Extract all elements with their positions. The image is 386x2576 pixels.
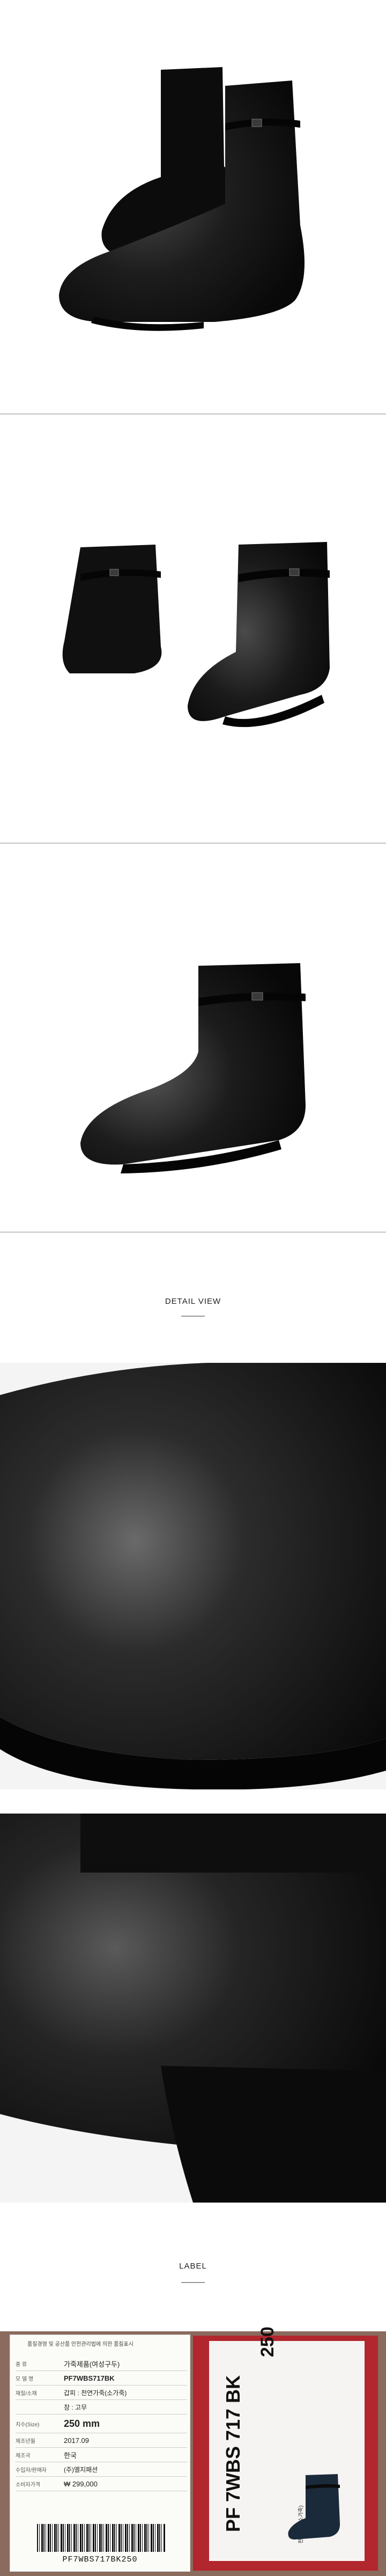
label-row-value: 갑피 : 천연가죽(소가죽) <box>64 2389 127 2397</box>
section-divider <box>0 1231 386 1233</box>
tag-boot-thumbnail <box>288 2474 340 2540</box>
label-header: 품질경영 및 공산품 안전관리법에 의한 품질표시 <box>27 2342 133 2347</box>
barcode-icon <box>37 2524 166 2552</box>
label-row: 치수(Size) 250 mm <box>16 2414 187 2433</box>
label-row: 제조국 한국 <box>16 2448 187 2462</box>
label-row: 창 : 고무 <box>16 2400 187 2414</box>
label-row-value: 가죽제품(여성구두) <box>64 2360 120 2368</box>
detail-view-title: DETAIL VIEW <box>165 1297 221 1306</box>
label-row-value: 한국 <box>64 2451 77 2460</box>
label-row-value: 2017.09 <box>64 2436 89 2445</box>
label-row-key: 제조국 <box>16 2453 31 2459</box>
label-row-key: 제조년월 <box>16 2438 35 2445</box>
section-divider <box>0 842 386 844</box>
price-tag: PF 7WBS 717 BK 250 천연가죽(소가죽) <box>193 2327 378 2571</box>
section-divider <box>0 413 386 415</box>
detail-photo-toe <box>0 1363 386 1789</box>
label-rows: 종 류 가죽제품(여성구두) 모 델 명 PF7WBS717BK 재질/소재 갑… <box>16 2357 187 2491</box>
label-row: 소비자가격 ₩ 299,000 <box>16 2477 187 2491</box>
label-row: 모 델 명 PF7WBS717BK <box>16 2371 187 2386</box>
label-row-value: 250 mm <box>64 2418 100 2429</box>
product-photo-single <box>0 864 386 1213</box>
label-row-value: 창 : 고무 <box>64 2403 87 2411</box>
label-title: LABEL <box>179 2262 207 2271</box>
quality-label-card: 품질경영 및 공산품 안전관리법에 의한 품질표시 종 류 가죽제품(여성구두)… <box>10 2335 190 2572</box>
product-photo-front-pair <box>0 0 386 392</box>
label-row: 수입자/판매자 (주)엘지패션 <box>16 2462 187 2477</box>
barcode-text: PF7WBS717BK250 <box>62 2555 138 2564</box>
label-row-key: 종 류 <box>16 2361 27 2368</box>
label-row: 재질/소재 갑피 : 천연가죽(소가죽) <box>16 2386 187 2400</box>
label-row-value: ₩ 299,000 <box>64 2479 98 2488</box>
product-photo-side-pair <box>0 437 386 821</box>
label-row-value: (주)엘지패션 <box>64 2465 98 2474</box>
label-row-key: 치수(Size) <box>16 2421 40 2428</box>
label-row-key: 모 델 명 <box>16 2376 34 2382</box>
label-row-key: 수입자/판매자 <box>16 2467 47 2474</box>
label-photo: 품질경영 및 공산품 안전관리법에 의한 품질표시 종 류 가죽제품(여성구두)… <box>0 2327 386 2576</box>
tag-size: 250 <box>257 2327 278 2357</box>
label-row: 종 류 가죽제품(여성구두) <box>16 2357 187 2371</box>
detail-view-underline <box>181 1316 205 1317</box>
tag-model: PF 7WBS 717 BK <box>222 2375 244 2532</box>
detail-photo-heel <box>0 1814 386 2203</box>
label-row-key: 소비자가격 <box>16 2482 40 2488</box>
label-underline <box>181 2282 205 2283</box>
label-row: 제조년월 2017.09 <box>16 2433 187 2448</box>
label-row-value: PF7WBS717BK <box>64 2374 115 2382</box>
label-row-key: 재질/소재 <box>16 2390 37 2397</box>
